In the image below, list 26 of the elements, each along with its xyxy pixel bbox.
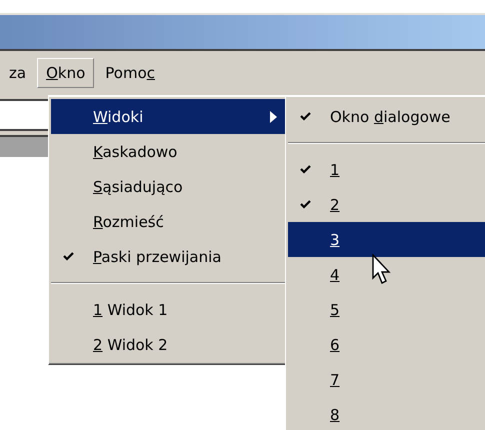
menu-item[interactable]: Paski przewijania bbox=[51, 239, 285, 274]
checkmark-icon bbox=[62, 252, 74, 261]
checkmark-icon bbox=[300, 165, 310, 174]
menu-item[interactable]: 2 bbox=[288, 187, 485, 222]
menu-item[interactable]: 2 Widok 2 bbox=[51, 327, 285, 362]
toolbar-strip bbox=[0, 135, 48, 157]
menu-bar-item[interactable]: Pomoc bbox=[96, 58, 164, 88]
menu-item[interactable]: Kaskadowo bbox=[51, 134, 285, 169]
menu-item[interactable]: 1 Widok 1 bbox=[51, 292, 285, 327]
menu-item[interactable]: 5 bbox=[288, 292, 485, 327]
menu-bar-item[interactable]: Okno bbox=[37, 58, 94, 88]
menu-item[interactable]: Sąsiadująco bbox=[51, 169, 285, 204]
menu-item[interactable]: 4 bbox=[288, 257, 485, 292]
checkmark-icon bbox=[300, 112, 310, 121]
mouse-cursor-icon bbox=[372, 254, 392, 286]
menu-item[interactable]: 1 bbox=[288, 152, 485, 187]
menu-item[interactable]: Rozmieść bbox=[51, 204, 285, 239]
menu-item[interactable]: 6 bbox=[288, 327, 485, 362]
menu-bar-item[interactable]: za bbox=[0, 58, 36, 88]
menu-item[interactable]: Widoki bbox=[51, 99, 285, 134]
menu-item[interactable]: 3 bbox=[288, 222, 485, 257]
menu-item[interactable]: 7 bbox=[288, 362, 485, 397]
checkmark-icon bbox=[300, 200, 310, 209]
menu-item[interactable]: Okno dialogowe bbox=[288, 99, 485, 134]
menu-item[interactable]: 8 bbox=[288, 397, 485, 430]
text-field[interactable] bbox=[0, 99, 48, 131]
